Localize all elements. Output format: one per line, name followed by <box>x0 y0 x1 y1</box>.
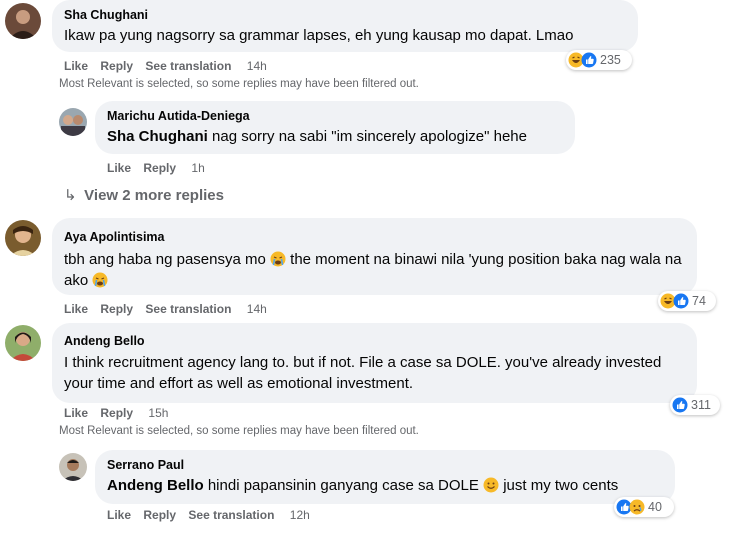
comment-actions: Like Reply 15h <box>64 405 177 421</box>
see-translation-link[interactable]: See translation <box>145 302 231 316</box>
comment-text: Andeng Bello hindi papansinin ganyang ca… <box>107 475 663 496</box>
view-more-replies-link[interactable]: ↳ View 2 more replies <box>64 186 224 204</box>
see-translation-link[interactable]: See translation <box>145 59 231 73</box>
crying-emoji-icon <box>270 251 286 267</box>
comment-author[interactable]: Sha Chughani <box>64 7 626 23</box>
timestamp[interactable]: 14h <box>247 59 267 73</box>
comment-bubble: Aya Apolintisima tbh ang haba ng pasensy… <box>52 218 697 295</box>
comment-author[interactable]: Serrano Paul <box>107 457 663 473</box>
crying-emoji-icon <box>92 272 108 288</box>
filter-note: Most Relevant is selected, so some repli… <box>59 78 419 90</box>
like-reaction-icon <box>581 52 597 68</box>
avatar[interactable] <box>5 325 41 361</box>
comment-actions: Like Reply See translation 12h <box>107 507 319 523</box>
comment-text: Sha Chughani nag sorry na sabi "im since… <box>107 126 563 147</box>
reply-bubble: Marichu Autida-Deniega Sha Chughani nag … <box>95 101 575 154</box>
see-translation-link[interactable]: See translation <box>188 508 274 522</box>
comment-actions: Like Reply 1h <box>107 160 214 176</box>
reply-button[interactable]: Reply <box>143 508 176 522</box>
like-button[interactable]: Like <box>64 59 88 73</box>
timestamp[interactable]: 1h <box>191 161 204 175</box>
like-reaction-icon <box>672 397 688 413</box>
reaction-summary[interactable]: 40 <box>614 497 674 517</box>
reply-text-part: hindi papansinin ganyang case sa DOLE <box>203 477 484 494</box>
comment-text: tbh ang haba ng pasensya mo the moment n… <box>64 249 685 291</box>
reply-button[interactable]: Reply <box>100 302 133 316</box>
avatar[interactable] <box>5 3 41 39</box>
reaction-summary[interactable]: 311 <box>670 395 720 415</box>
reaction-count: 40 <box>648 500 662 514</box>
comment-text: Ikaw pa yung nagsorry sa grammar lapses,… <box>64 27 574 44</box>
reaction-count: 74 <box>692 294 706 308</box>
comment-actions: Like Reply See translation 14h <box>64 58 276 74</box>
reply-text: nag sorry na sabi "im sincerely apologiz… <box>207 128 527 145</box>
comment-bubble: Andeng Bello I think recruitment agency … <box>52 323 697 403</box>
timestamp[interactable]: 14h <box>247 302 267 316</box>
reply-bubble: Serrano Paul Andeng Bello hindi papansin… <box>95 450 675 504</box>
timestamp[interactable]: 15h <box>148 406 168 420</box>
reply-text-part: just my two cents <box>499 477 619 494</box>
comment-actions: Like Reply See translation 14h <box>64 301 276 317</box>
like-reaction-icon <box>673 293 689 309</box>
timestamp[interactable]: 12h <box>290 508 310 522</box>
reply-button[interactable]: Reply <box>143 161 176 175</box>
smile-emoji-icon <box>483 477 499 493</box>
reaction-summary[interactable]: 74 <box>658 291 716 311</box>
avatar[interactable] <box>5 220 41 256</box>
like-button[interactable]: Like <box>107 161 131 175</box>
avatar[interactable] <box>59 453 87 481</box>
reply-arrow-icon: ↳ <box>64 187 77 204</box>
like-button[interactable]: Like <box>64 406 88 420</box>
filter-note: Most Relevant is selected, so some repli… <box>59 425 419 437</box>
comment-text-part: tbh ang haba ng pasensya mo <box>64 251 270 268</box>
like-button[interactable]: Like <box>107 508 131 522</box>
reply-button[interactable]: Reply <box>100 406 133 420</box>
comment-author[interactable]: Aya Apolintisima <box>64 229 685 245</box>
reply-button[interactable]: Reply <box>100 59 133 73</box>
sad-reaction-icon <box>629 499 645 515</box>
reaction-summary[interactable]: 235 <box>566 50 632 70</box>
comment-bubble: Sha Chughani Ikaw pa yung nagsorry sa gr… <box>52 0 638 52</box>
comment-text: I think recruitment agency lang to. but … <box>64 354 662 392</box>
comment-author[interactable]: Andeng Bello <box>64 333 685 349</box>
like-button[interactable]: Like <box>64 302 88 316</box>
comment-author[interactable]: Marichu Autida-Deniega <box>107 108 563 124</box>
mention-link[interactable]: Sha Chughani <box>107 128 208 145</box>
mention-link[interactable]: Andeng Bello <box>107 477 204 494</box>
avatar[interactable] <box>59 108 87 136</box>
view-more-replies-label: View 2 more replies <box>84 187 224 204</box>
reaction-count: 235 <box>600 53 621 67</box>
reaction-count: 311 <box>691 398 711 412</box>
